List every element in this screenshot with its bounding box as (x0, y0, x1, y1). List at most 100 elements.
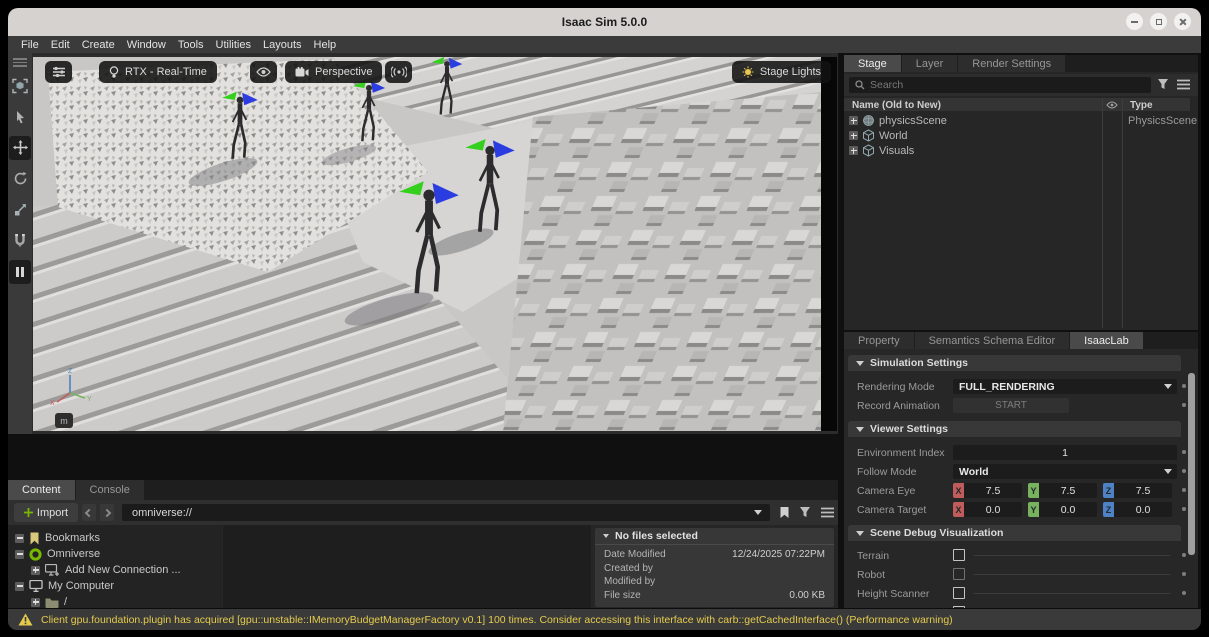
record-animation-start-button[interactable]: START (953, 398, 1069, 413)
stage-options-button[interactable] (1177, 79, 1190, 90)
stage-row-type: PhysicsScene (1128, 115, 1197, 127)
pause-button[interactable] (9, 260, 31, 284)
camera-eye-y[interactable]: Y 7.5 (1028, 483, 1097, 498)
menu-create[interactable]: Create (77, 39, 120, 51)
section-title: Viewer Settings (870, 423, 948, 435)
menu-help[interactable]: Help (309, 39, 342, 51)
reset-dot[interactable] (1182, 591, 1186, 595)
content-options-button[interactable] (821, 507, 834, 518)
camera-target-y[interactable]: Y 0.0 (1028, 502, 1097, 517)
stage-lights-button[interactable]: Stage Lights (732, 61, 831, 83)
row-divider (974, 593, 1170, 594)
cursor-select-tool-button[interactable] (9, 105, 31, 129)
details-header[interactable]: No files selected (595, 528, 834, 545)
stage-tree-header[interactable]: Name (Old to New) Type (844, 98, 1190, 111)
stage-row-physics-scene[interactable]: physicsScene PhysicsScene (844, 113, 1190, 128)
audio-emitter-button[interactable] (385, 61, 412, 83)
camera-eye-x[interactable]: X 7.5 (953, 483, 1022, 498)
tab-semantics-schema-editor[interactable]: Semantics Schema Editor (915, 332, 1070, 349)
rotate-tool-button[interactable] (9, 167, 31, 191)
title-bar[interactable]: Isaac Sim 5.0.0 (8, 8, 1201, 36)
camera-eye-z[interactable]: Z 7.5 (1103, 483, 1172, 498)
section-viewer-settings[interactable]: Viewer Settings (848, 421, 1181, 437)
menu-utilities[interactable]: Utilities (211, 39, 256, 51)
forward-button[interactable] (100, 504, 114, 521)
tab-isaaclab[interactable]: IsaacLab (1070, 332, 1143, 349)
menu-edit[interactable]: Edit (46, 39, 75, 51)
tab-stage[interactable]: Stage (844, 55, 901, 72)
status-bar: Client gpu.foundation.plugin has acquire… (8, 608, 1201, 630)
collapse-caret-icon (603, 534, 609, 538)
tree-item-bookmarks[interactable]: Bookmarks (8, 530, 222, 546)
environment-index-input[interactable]: 1 (953, 445, 1177, 460)
reset-dot[interactable] (1182, 450, 1186, 454)
stage-search-input[interactable]: Search (849, 77, 1151, 93)
menu-window[interactable]: Window (122, 39, 171, 51)
expand-icon[interactable] (849, 146, 858, 155)
tree-item-add-connection[interactable]: Add New Connection ... (8, 562, 222, 578)
terrain-checkbox[interactable] (953, 549, 965, 561)
content-filter-button[interactable] (799, 506, 812, 519)
collapse-icon[interactable] (15, 550, 24, 559)
snap-tool-button[interactable] (9, 229, 31, 253)
viewport-settings-button[interactable] (45, 61, 72, 83)
reset-dot[interactable] (1182, 572, 1186, 576)
camera-button[interactable]: Perspective (285, 61, 382, 83)
reset-dot[interactable] (1182, 488, 1186, 492)
toolbar-drag-handle[interactable] (13, 58, 27, 67)
tab-content[interactable]: Content (8, 480, 75, 500)
import-button[interactable]: Import (14, 503, 78, 522)
collapse-icon[interactable] (15, 582, 24, 591)
robot-checkbox[interactable] (953, 568, 965, 580)
select-frame-tool-button[interactable] (9, 74, 31, 98)
expand-icon[interactable] (31, 598, 40, 607)
collapse-icon[interactable] (15, 534, 24, 543)
follow-mode-row: Follow Mode World (844, 463, 1198, 481)
isaaclab-panel-body: Simulation Settings Rendering Mode FULL_… (844, 349, 1198, 608)
bookmark-toggle-button[interactable] (779, 506, 790, 519)
stage-row-label: Visuals (879, 145, 914, 157)
reset-dot[interactable] (1182, 553, 1186, 557)
maximize-button[interactable] (1150, 13, 1167, 30)
tab-console[interactable]: Console (76, 480, 144, 500)
tree-item-omniverse[interactable]: Omniverse (8, 546, 222, 562)
stage-row-visuals[interactable]: Visuals (844, 143, 1190, 158)
menu-tools[interactable]: Tools (173, 39, 209, 51)
section-scene-debug-visualization[interactable]: Scene Debug Visualization (848, 525, 1181, 541)
reset-dot[interactable] (1182, 507, 1186, 511)
filter-icon (1157, 78, 1170, 91)
pause-icon (14, 266, 26, 278)
warning-message: Client gpu.foundation.plugin has acquire… (41, 614, 953, 626)
section-simulation-settings[interactable]: Simulation Settings (848, 355, 1181, 371)
path-input[interactable]: omniverse:// (122, 504, 770, 521)
warning-icon (18, 613, 33, 626)
back-button[interactable] (82, 504, 96, 521)
tab-property[interactable]: Property (844, 332, 914, 349)
scale-tool-button[interactable] (9, 198, 31, 222)
tab-layer[interactable]: Layer (902, 55, 958, 72)
menu-file[interactable]: File (16, 39, 44, 51)
expand-icon[interactable] (849, 131, 858, 140)
reset-dot[interactable] (1182, 469, 1186, 473)
stage-filter-button[interactable] (1157, 78, 1170, 91)
follow-mode-combo[interactable]: World (953, 464, 1177, 479)
tree-item-my-computer[interactable]: My Computer (8, 578, 222, 594)
reset-dot[interactable] (1182, 384, 1186, 388)
camera-target-x[interactable]: X 0.0 (953, 502, 1022, 517)
visibility-button[interactable] (250, 61, 277, 83)
reset-dot[interactable] (1182, 403, 1186, 407)
close-button[interactable] (1174, 13, 1191, 30)
render-mode-button[interactable]: RTX - Real-Time (99, 61, 217, 83)
move-tool-button[interactable] (9, 136, 31, 160)
camera-target-z[interactable]: Z 0.0 (1103, 502, 1172, 517)
expand-icon[interactable] (31, 566, 40, 575)
viewport-3d[interactable]: RTX - Real-Time Perspective (33, 57, 837, 431)
rendering-mode-combo[interactable]: FULL_RENDERING (953, 379, 1177, 394)
property-scrollbar[interactable] (1188, 373, 1195, 555)
tab-render-settings[interactable]: Render Settings (958, 55, 1065, 72)
menu-layouts[interactable]: Layouts (258, 39, 307, 51)
height-scanner-checkbox[interactable] (953, 587, 965, 599)
stage-row-world[interactable]: World (844, 128, 1190, 143)
minimize-button[interactable] (1126, 13, 1143, 30)
expand-icon[interactable] (849, 116, 858, 125)
